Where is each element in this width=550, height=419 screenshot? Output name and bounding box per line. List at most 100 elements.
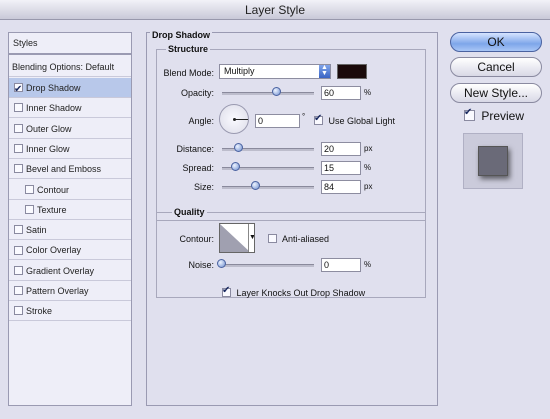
style-item-color-overlay[interactable]: Color Overlay [9, 240, 131, 261]
angle-field[interactable]: 0 [255, 114, 300, 128]
preview-label: Preview [481, 109, 525, 123]
spread-unit: % [364, 163, 372, 172]
style-item-label: Inner Shadow [26, 103, 82, 114]
distance-field[interactable]: 20 [321, 142, 361, 156]
style-item-contour[interactable]: Contour [9, 180, 131, 200]
style-item-checkbox[interactable] [14, 225, 23, 235]
style-item-label: Drop Shadow [26, 83, 81, 93]
style-item-checkbox[interactable] [14, 245, 23, 255]
chevron-down-icon: ▼ [248, 224, 254, 252]
size-field[interactable]: 84 [321, 180, 361, 194]
opacity-slider-track[interactable] [222, 92, 314, 95]
style-item-checkbox[interactable] [14, 144, 23, 154]
style-item-checkbox[interactable] [14, 286, 23, 296]
noise-slider-thumb[interactable] [217, 259, 226, 268]
angle-label: Angle: [188, 116, 214, 126]
style-item-checkbox[interactable] [25, 184, 34, 194]
style-item-label: Stroke [26, 306, 53, 317]
opacity-label: Opacity: [180, 88, 214, 98]
style-item-drop-shadow[interactable]: Drop Shadow [9, 78, 131, 100]
noise-label: Noise: [188, 260, 214, 270]
style-item-label: Inner Glow [26, 143, 70, 154]
size-slider-track[interactable] [222, 186, 314, 189]
contour-curve-icon [220, 224, 250, 252]
style-item-label: Satin [26, 225, 47, 236]
style-item-label: Bevel and Emboss [26, 164, 102, 175]
contour-label: Contour: [179, 234, 214, 244]
distance-label: Distance: [176, 144, 214, 154]
anti-aliased-checkbox[interactable]: Anti-aliased [268, 234, 329, 244]
use-global-light-checkbox[interactable]: Use Global Light [314, 113, 396, 126]
quality-group [156, 212, 426, 298]
knockout-label: Layer Knocks Out Drop Shadow [236, 288, 366, 298]
angle-dial[interactable] [219, 104, 249, 134]
style-item-inner-glow[interactable]: Inner Glow [9, 139, 131, 159]
blend-mode-select[interactable]: Multiply ▲ ▼ [219, 64, 331, 79]
style-item-checkbox[interactable] [14, 164, 23, 174]
blending-options-item[interactable]: Blending Options: Default [9, 57, 131, 77]
anti-aliased-check[interactable] [268, 234, 277, 244]
style-item-label: Outer Glow [26, 123, 72, 134]
noise-unit: % [364, 260, 372, 269]
noise-slider-track[interactable] [222, 264, 314, 267]
anti-aliased-label: Anti-aliased [282, 234, 330, 244]
style-item-gradient-overlay[interactable]: Gradient Overlay [9, 261, 131, 281]
size-unit: px [364, 182, 373, 191]
angle-unit: ° [302, 112, 306, 121]
size-slider-thumb[interactable] [251, 181, 260, 190]
style-item-label: Color Overlay [26, 245, 82, 256]
style-item-checkbox[interactable] [25, 204, 34, 214]
style-item-outer-glow[interactable]: Outer Glow [9, 119, 131, 139]
style-item-inner-shadow[interactable]: Inner Shadow [9, 98, 131, 119]
opacity-unit: % [364, 88, 372, 97]
preview-square [478, 146, 508, 176]
drop-shadow-title: Drop Shadow [150, 30, 212, 40]
quality-title: Quality [172, 207, 207, 217]
preview-check[interactable] [464, 107, 475, 122]
preview-thumbnail [463, 133, 523, 189]
style-item-pattern-overlay[interactable]: Pattern Overlay [9, 281, 131, 301]
styles-header-label: Styles [13, 38, 38, 48]
style-item-checkbox[interactable] [14, 306, 23, 316]
preview-checkbox[interactable]: Preview [464, 107, 525, 123]
spread-slider-thumb[interactable] [231, 162, 240, 171]
styles-header[interactable]: Styles [9, 33, 131, 55]
style-item-satin[interactable]: Satin [9, 220, 131, 241]
size-label: Size: [193, 182, 214, 192]
blend-mode-value: Multiply [224, 66, 255, 76]
layer-style-dialog: Styles Blending Options: Default Drop Sh… [0, 20, 550, 419]
style-item-checkbox[interactable] [14, 103, 23, 113]
distance-slider-thumb[interactable] [234, 143, 243, 152]
opacity-slider-thumb[interactable] [272, 87, 281, 96]
knockout-checkbox[interactable]: Layer Knocks Out Drop Shadow [222, 285, 366, 298]
style-item-stroke[interactable]: Stroke [9, 301, 131, 322]
noise-field[interactable]: 0 [321, 258, 361, 272]
style-item-checkbox[interactable] [14, 265, 23, 275]
blend-mode-label: Blend Mode: [163, 68, 214, 78]
window-title: Layer Style [0, 0, 550, 20]
shadow-color-swatch[interactable] [337, 64, 367, 79]
style-item-label: Gradient Overlay [26, 265, 95, 276]
spread-label: Spread: [182, 163, 214, 173]
chevron-updown-icon: ▲ ▼ [319, 64, 330, 78]
styles-list: Styles Blending Options: Default Drop Sh… [8, 32, 132, 406]
structure-title: Structure [166, 44, 211, 54]
contour-picker[interactable]: ▼ [219, 223, 255, 253]
style-item-checkbox[interactable] [14, 80, 23, 100]
use-global-light-label: Use Global Light [328, 116, 396, 126]
style-item-label: Pattern Overlay [26, 286, 89, 296]
opacity-field[interactable]: 60 [321, 86, 361, 100]
new-style-button[interactable]: New Style... [450, 83, 542, 103]
spread-field[interactable]: 15 [321, 161, 361, 175]
use-global-light-check[interactable] [314, 113, 323, 126]
style-item-texture[interactable]: Texture [9, 200, 131, 220]
blending-options-label: Blending Options: Default [12, 62, 115, 72]
style-item-label: Contour [37, 184, 70, 195]
ok-button[interactable]: OK [450, 32, 542, 52]
style-item-label: Texture [37, 204, 67, 215]
cancel-button[interactable]: Cancel [450, 57, 542, 77]
distance-unit: px [364, 144, 373, 153]
style-item-bevel-and-emboss[interactable]: Bevel and Emboss [9, 159, 131, 180]
style-item-checkbox[interactable] [14, 123, 23, 133]
knockout-check[interactable] [222, 285, 231, 298]
